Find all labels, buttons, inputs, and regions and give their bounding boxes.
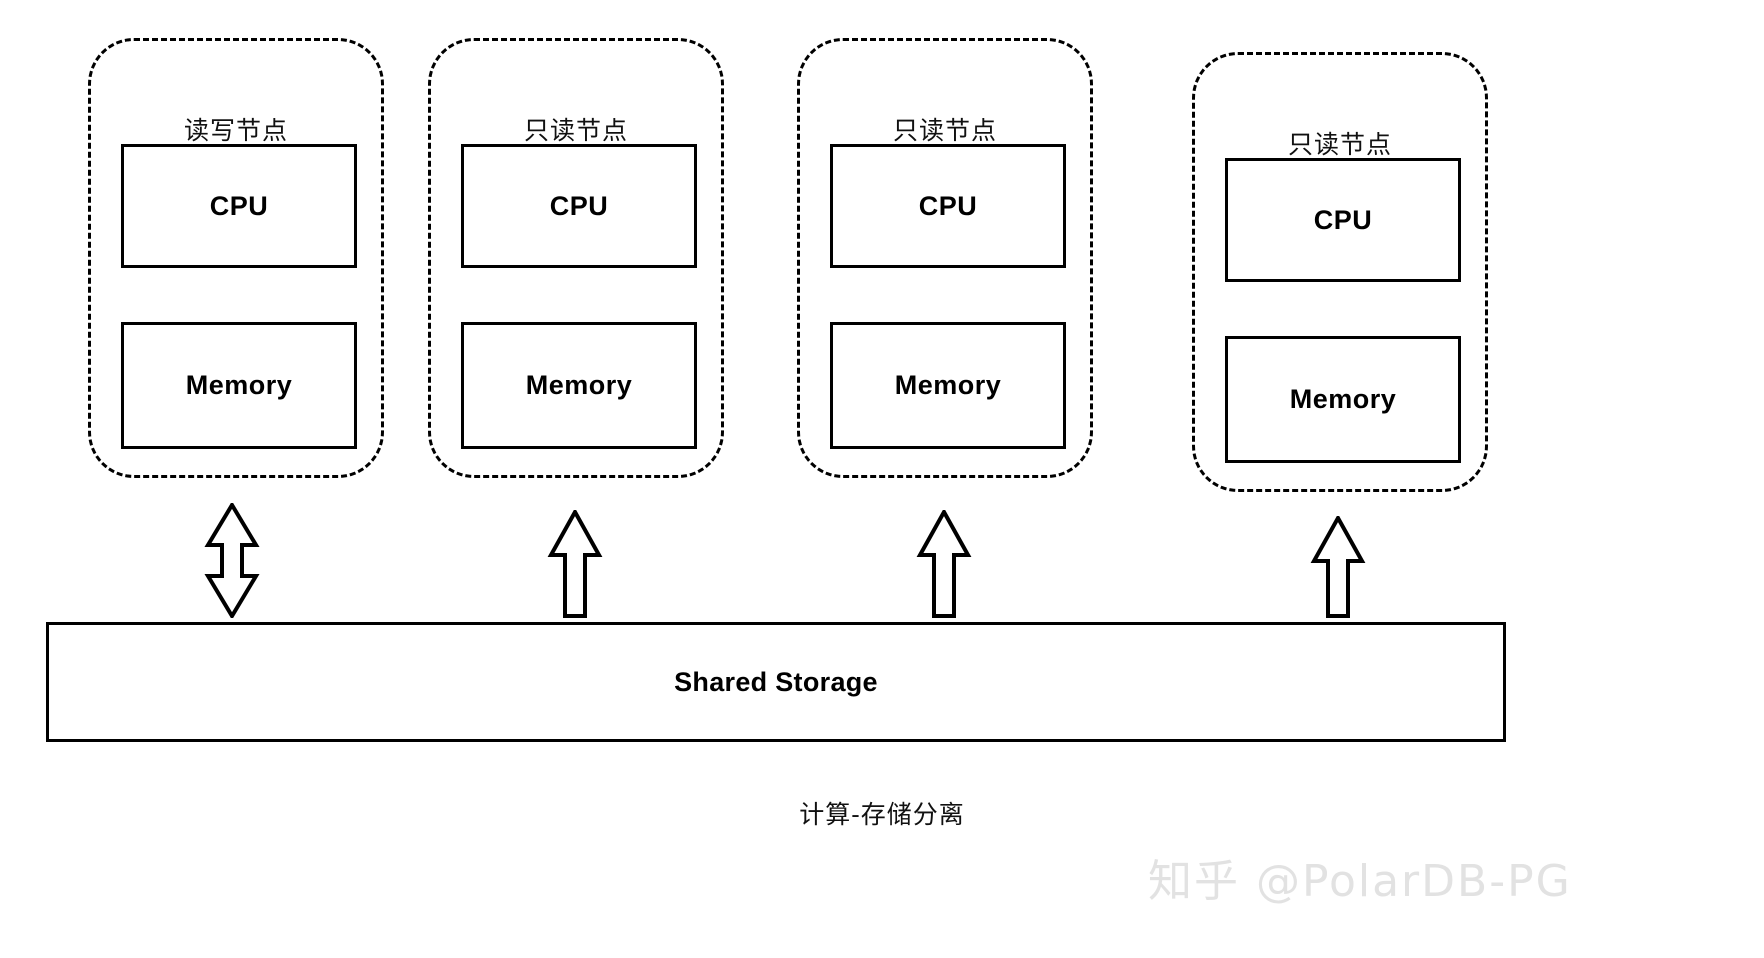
compute-node-4-cpu-box: CPU — [1225, 158, 1461, 282]
shared-storage-box: Shared Storage — [46, 622, 1506, 742]
compute-node-1-cpu-label: CPU — [209, 190, 269, 221]
diagram-canvas: 读写节点 CPU Memory 只读节点 CPU Memory 只读节点 CPU… — [0, 0, 1764, 958]
up-arrow-node-3 — [916, 510, 972, 618]
compute-node-3: 只读节点 CPU Memory — [797, 38, 1093, 478]
compute-node-1-cpu-box: CPU — [121, 144, 357, 268]
compute-node-2: 只读节点 CPU Memory — [428, 38, 724, 478]
compute-node-2-title: 只读节点 — [523, 116, 628, 145]
compute-node-4-cpu-label: CPU — [1313, 204, 1373, 235]
compute-node-2-cpu-label: CPU — [549, 190, 609, 221]
compute-node-3-memory-box: Memory — [830, 322, 1066, 449]
compute-node-4-memory-box: Memory — [1225, 336, 1461, 463]
compute-node-1-memory-box: Memory — [121, 322, 357, 449]
double-headed-vertical-arrow-node-1 — [204, 503, 260, 618]
zhihu-watermark: 知乎 @PolarDB-PG — [1148, 856, 1572, 907]
compute-node-3-memory-label: Memory — [894, 370, 1002, 400]
up-arrow-node-4 — [1310, 516, 1366, 618]
compute-node-1-memory-label: Memory — [185, 370, 293, 400]
diagram-caption: 计算-存储分离 — [799, 800, 965, 829]
compute-node-4: 只读节点 CPU Memory — [1192, 52, 1488, 492]
compute-node-2-memory-label: Memory — [525, 370, 633, 400]
compute-node-4-memory-label: Memory — [1289, 384, 1397, 414]
compute-node-3-cpu-box: CPU — [830, 144, 1066, 268]
up-arrow-node-2 — [547, 510, 603, 618]
compute-node-3-cpu-label: CPU — [918, 190, 978, 221]
compute-node-4-title: 只读节点 — [1287, 130, 1392, 159]
compute-node-1: 读写节点 CPU Memory — [88, 38, 384, 478]
compute-node-3-title: 只读节点 — [892, 116, 997, 145]
compute-node-2-cpu-box: CPU — [461, 144, 697, 268]
shared-storage-label: Shared Storage — [674, 666, 878, 697]
compute-node-2-memory-box: Memory — [461, 322, 697, 449]
compute-node-1-title: 读写节点 — [183, 116, 288, 145]
